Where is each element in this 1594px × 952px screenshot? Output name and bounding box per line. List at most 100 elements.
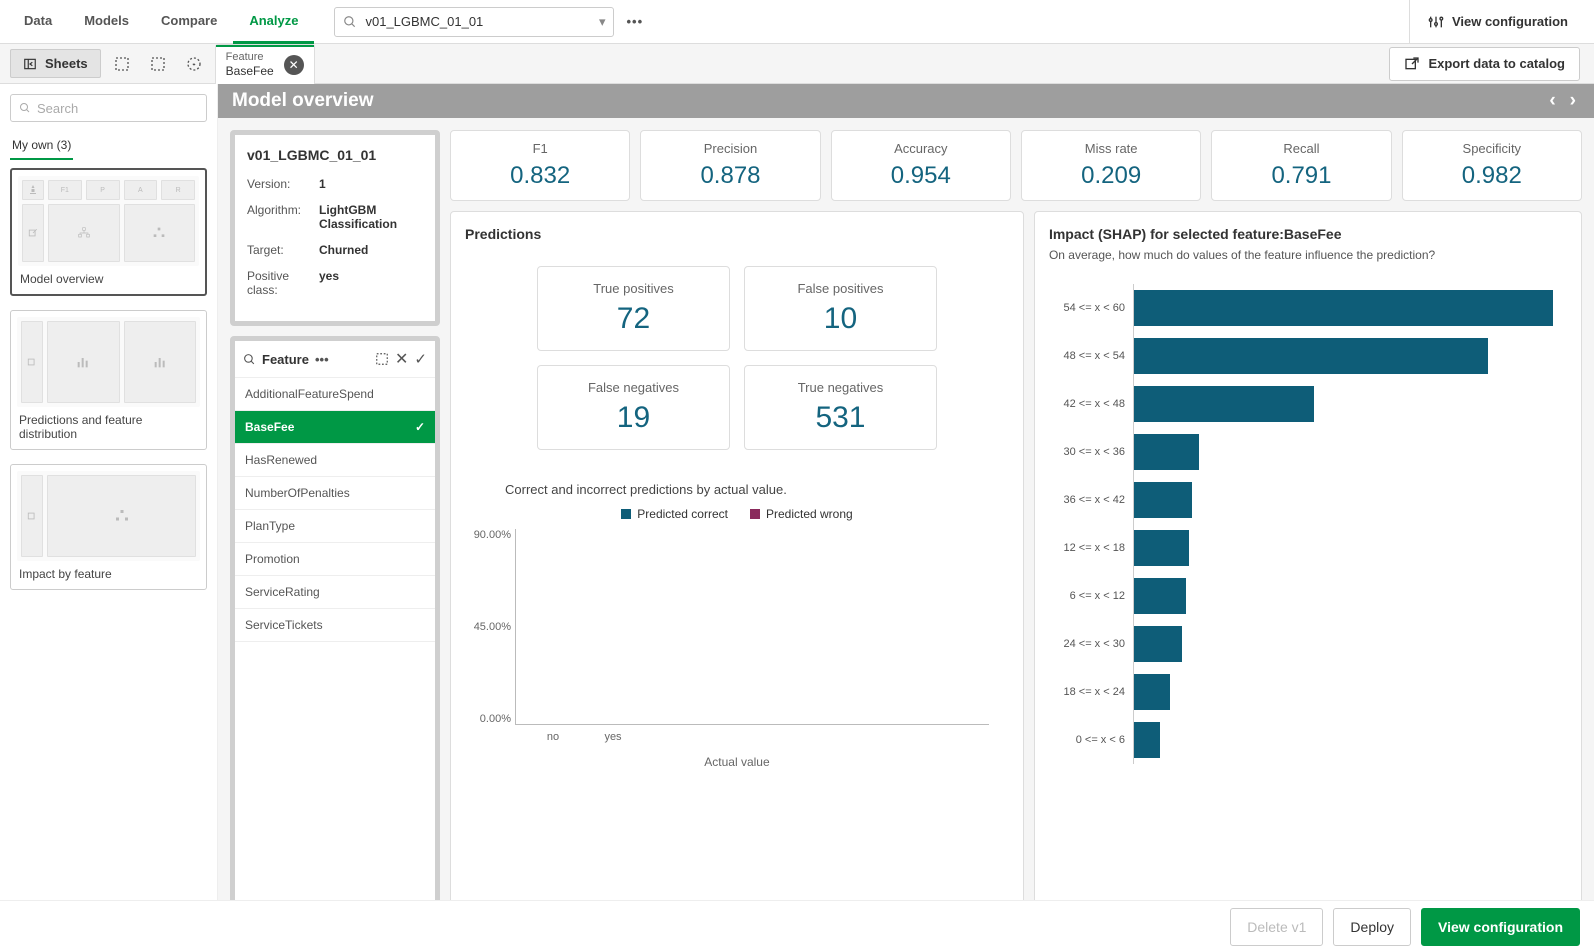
- feature-item[interactable]: PlanType: [235, 510, 435, 543]
- feature-item[interactable]: HasRenewed: [235, 444, 435, 477]
- search-icon[interactable]: [243, 353, 256, 366]
- selection-tool-1[interactable]: [107, 49, 137, 79]
- feature-list: AdditionalFeatureSpendBaseFeeHasRenewedN…: [235, 378, 435, 935]
- shap-panel: Impact (SHAP) for selected feature:BaseF…: [1034, 211, 1582, 940]
- feature-item[interactable]: AdditionalFeatureSpend: [235, 378, 435, 411]
- shap-track: [1133, 380, 1567, 428]
- my-own-tab[interactable]: My own (3): [10, 132, 73, 160]
- selection-icon[interactable]: [375, 352, 389, 366]
- sliders-icon: [1428, 14, 1444, 30]
- shap-bar: [1134, 674, 1170, 710]
- shap-label: 30 <= x < 36: [1049, 446, 1133, 458]
- right-column: F10.832Precision0.878Accuracy0.954Miss r…: [450, 130, 1582, 940]
- topnav-data[interactable]: Data: [8, 0, 68, 44]
- sheet-label: Impact by feature: [17, 561, 200, 583]
- shap-label: 42 <= x < 48: [1049, 398, 1133, 410]
- shap-row: 6 <= x < 12: [1049, 572, 1567, 620]
- top-bar: DataModelsCompareAnalyze v01_LGBMC_01_01…: [0, 0, 1594, 44]
- feature-item[interactable]: ServiceTickets: [235, 609, 435, 642]
- footer: Delete v1 Deploy View configuration: [0, 900, 1594, 952]
- sheet-preview: F1P AR: [18, 176, 199, 266]
- shap-track: [1133, 284, 1567, 332]
- sheet-preview: [17, 317, 200, 407]
- shap-bar: [1134, 386, 1314, 422]
- confirm-icon[interactable]: ✓: [414, 350, 427, 368]
- feature-card-label: Feature: [262, 352, 309, 367]
- topnav-compare[interactable]: Compare: [145, 0, 233, 44]
- chart-subtitle: Correct and incorrect predictions by act…: [505, 482, 1009, 497]
- confusion-cell: True negatives531: [744, 365, 937, 450]
- content: Model overview ‹ › v01_LGBMC_01_01 Versi…: [218, 84, 1594, 952]
- x-tick: no: [523, 731, 583, 743]
- view-configuration-top[interactable]: View configuration: [1409, 0, 1586, 44]
- sheet-thumb-2[interactable]: Impact by feature: [10, 464, 207, 590]
- sheet-preview: [17, 471, 200, 561]
- shap-bar: [1134, 722, 1160, 758]
- sidebar-search-placeholder: Search: [37, 101, 78, 116]
- sidebar-search[interactable]: Search: [10, 94, 207, 122]
- selection-tool-2[interactable]: [143, 49, 173, 79]
- top-nav: DataModelsCompareAnalyze: [8, 0, 314, 44]
- metric-f1: F10.832: [450, 130, 630, 201]
- more-menu[interactable]: •••: [626, 14, 643, 29]
- selection-tool-3[interactable]: [179, 49, 209, 79]
- shap-label: 36 <= x < 42: [1049, 494, 1133, 506]
- model-title: v01_LGBMC_01_01: [247, 147, 423, 163]
- legend: Predicted correct Predicted wrong: [465, 507, 1009, 521]
- feature-item[interactable]: ServiceRating: [235, 576, 435, 609]
- metric-recall: Recall0.791: [1211, 130, 1391, 201]
- shap-row: 54 <= x < 60: [1049, 284, 1567, 332]
- model-selector[interactable]: v01_LGBMC_01_01 ▾: [334, 7, 614, 37]
- shap-row: 48 <= x < 54: [1049, 332, 1567, 380]
- metric-precision: Precision0.878: [640, 130, 820, 201]
- shap-label: 18 <= x < 24: [1049, 686, 1133, 698]
- feature-item[interactable]: BaseFee: [235, 411, 435, 444]
- shap-row: 0 <= x < 6: [1049, 716, 1567, 764]
- shap-title: Impact (SHAP) for selected feature:BaseF…: [1049, 226, 1567, 242]
- topnav-analyze[interactable]: Analyze: [233, 0, 314, 44]
- shap-track: [1133, 620, 1567, 668]
- predictions-bar-chart: 90.00% 45.00% 0.00% noyes: [515, 529, 989, 749]
- deploy-button[interactable]: Deploy: [1333, 908, 1411, 946]
- x-axis-title: Actual value: [465, 755, 1009, 769]
- shap-track: [1133, 524, 1567, 572]
- feature-filter-tab[interactable]: Feature BaseFee ✕: [215, 44, 315, 84]
- sheet-label: Predictions and feature distribution: [17, 407, 200, 443]
- model-info-row: Algorithm:LightGBM Classification: [247, 203, 423, 231]
- shap-track: [1133, 332, 1567, 380]
- sheet-thumb-0[interactable]: F1P AR Model overview: [10, 168, 207, 296]
- view-configuration-button[interactable]: View configuration: [1421, 908, 1580, 946]
- toolbar: Sheets Feature BaseFee ✕ Export data to …: [0, 44, 1594, 84]
- prev-sheet[interactable]: ‹: [1545, 90, 1559, 112]
- feature-item[interactable]: Promotion: [235, 543, 435, 576]
- export-icon: [1404, 56, 1420, 72]
- more-icon[interactable]: •••: [315, 352, 329, 367]
- view-configuration-label: View configuration: [1452, 14, 1568, 29]
- sheets-button[interactable]: Sheets: [10, 49, 101, 78]
- predictions-title: Predictions: [465, 226, 1009, 242]
- model-info-row: Version:1: [247, 177, 423, 191]
- delete-button: Delete v1: [1230, 908, 1323, 946]
- next-sheet[interactable]: ›: [1566, 90, 1580, 112]
- search-icon: [343, 15, 357, 29]
- confusion-cell: False negatives19: [537, 365, 730, 450]
- metric-accuracy: Accuracy0.954: [831, 130, 1011, 201]
- tab-active-indicator: [216, 45, 314, 47]
- export-data-button[interactable]: Export data to catalog: [1389, 47, 1580, 81]
- shap-bar: [1134, 434, 1199, 470]
- sheet-thumb-1[interactable]: Predictions and feature distribution: [10, 310, 207, 450]
- clear-icon[interactable]: ✕: [395, 349, 408, 369]
- shap-track: [1133, 716, 1567, 764]
- feature-item[interactable]: NumberOfPenalties: [235, 477, 435, 510]
- panel-collapse-icon: [23, 57, 37, 71]
- topnav-models[interactable]: Models: [68, 0, 145, 44]
- shap-subtitle: On average, how much do values of the fe…: [1049, 248, 1567, 262]
- sheet-label: Model overview: [18, 266, 199, 288]
- feature-list-header: Feature ••• ✕ ✓: [235, 341, 435, 378]
- shap-row: 18 <= x < 24: [1049, 668, 1567, 716]
- close-icon[interactable]: ✕: [284, 55, 304, 75]
- shap-label: 6 <= x < 12: [1049, 590, 1133, 602]
- x-labels: noyes: [515, 731, 989, 749]
- feature-list-card: Feature ••• ✕ ✓ AdditionalFeatureSpendBa…: [230, 336, 440, 940]
- export-label: Export data to catalog: [1428, 56, 1565, 71]
